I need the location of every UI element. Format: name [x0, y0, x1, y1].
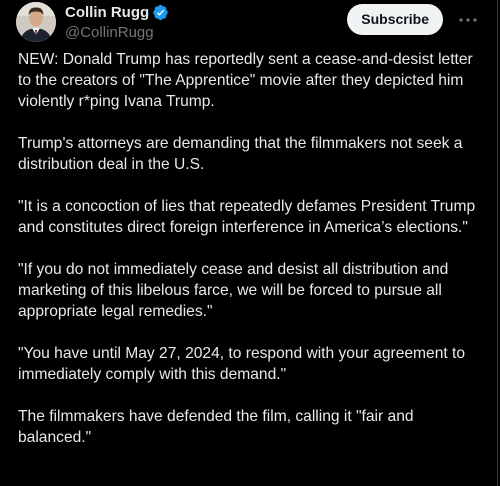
- author-handle[interactable]: @CollinRugg: [65, 23, 169, 42]
- avatar[interactable]: [16, 2, 56, 42]
- tweet-paragraph: NEW: Donald Trump has reportedly sent a …: [18, 51, 473, 110]
- verified-badge-icon: [152, 4, 169, 21]
- avatar-photo: [16, 2, 56, 42]
- more-horizontal-icon[interactable]: [457, 10, 479, 30]
- author-info: Collin Rugg @CollinRugg: [65, 3, 169, 42]
- tweet-paragraph: The filmmakers have defended the film, c…: [18, 408, 414, 446]
- tweet-paragraph: Trump's attorneys are demanding that the…: [18, 135, 463, 173]
- author-display-name[interactable]: Collin Rugg: [65, 3, 149, 22]
- name-row: Collin Rugg: [65, 3, 169, 22]
- tweet-header: Collin Rugg @CollinRugg Subscribe: [16, 2, 485, 42]
- tweet-paragraph: "It is a concoction of lies that repeate…: [18, 198, 476, 236]
- tweet-paragraph: "You have until May 27, 2024, to respond…: [18, 345, 466, 383]
- tweet-text: NEW: Donald Trump has reportedly sent a …: [18, 49, 488, 469]
- tweet: Collin Rugg @CollinRugg Subscribe NEW: D…: [0, 0, 498, 486]
- tweet-paragraph: "If you do not immediately cease and des…: [18, 261, 449, 320]
- subscribe-button[interactable]: Subscribe: [347, 4, 443, 35]
